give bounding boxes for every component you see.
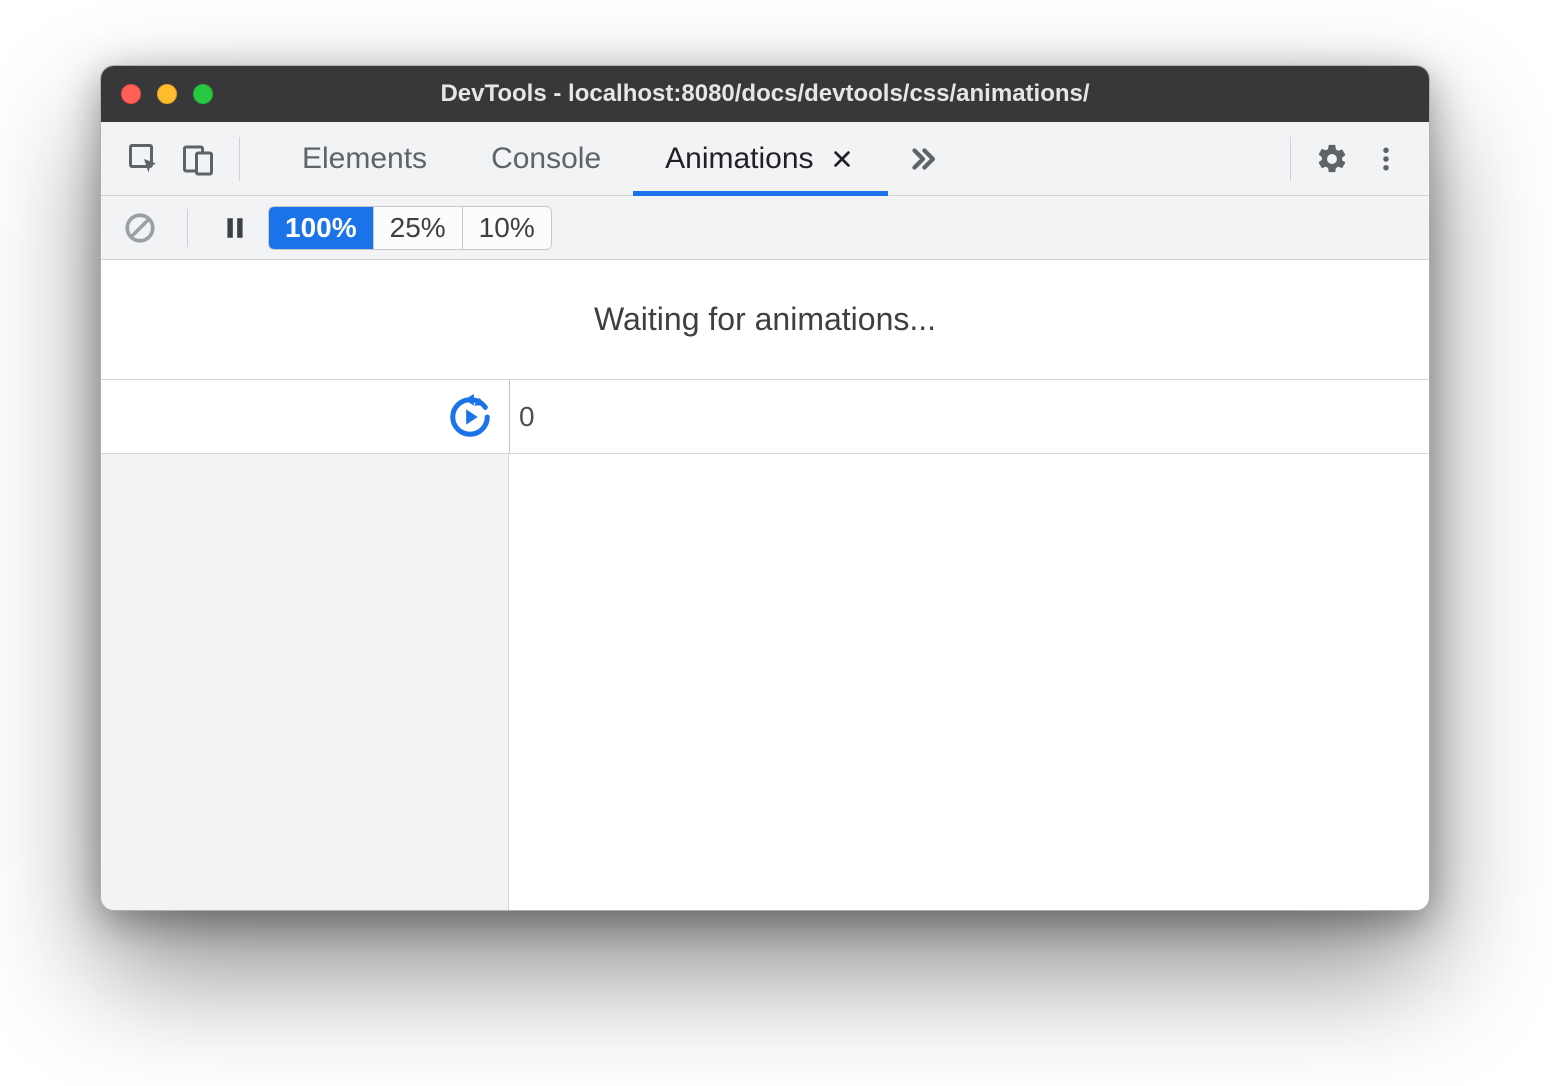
replay-button[interactable] bbox=[447, 394, 493, 440]
speed-label: 100% bbox=[285, 212, 357, 244]
chevron-right-double-icon bbox=[906, 142, 940, 176]
panel-tabs: Elements Console Animations bbox=[270, 122, 1276, 195]
gear-icon bbox=[1315, 142, 1349, 176]
inspect-element-icon[interactable] bbox=[117, 132, 171, 186]
speed-label: 10% bbox=[479, 212, 535, 244]
pause-icon bbox=[222, 215, 248, 241]
waiting-text: Waiting for animations... bbox=[594, 301, 936, 338]
tab-console[interactable]: Console bbox=[459, 122, 633, 195]
animations-toolbar: 100% 25% 10% bbox=[101, 196, 1429, 260]
toolbar-right bbox=[1276, 132, 1413, 186]
tab-label: Elements bbox=[302, 142, 427, 176]
kebab-icon bbox=[1371, 144, 1401, 174]
timeline-header: 0 bbox=[101, 380, 1429, 454]
main-toolbar: Elements Console Animations bbox=[101, 122, 1429, 196]
clear-icon bbox=[123, 211, 157, 245]
window-controls bbox=[121, 84, 213, 104]
timeline-controls bbox=[101, 380, 509, 453]
animation-groups-sidebar bbox=[101, 454, 509, 910]
device-toggle-icon[interactable] bbox=[171, 132, 225, 186]
tab-elements[interactable]: Elements bbox=[270, 122, 459, 195]
more-tabs-button[interactable] bbox=[888, 122, 958, 195]
toolbar-divider bbox=[1290, 137, 1291, 181]
fullscreen-window-button[interactable] bbox=[193, 84, 213, 104]
tab-animations[interactable]: Animations bbox=[633, 122, 887, 195]
speed-25-button[interactable]: 25% bbox=[374, 207, 463, 249]
speed-label: 25% bbox=[390, 212, 446, 244]
close-tab-icon[interactable] bbox=[828, 145, 856, 173]
clear-button[interactable] bbox=[117, 205, 163, 251]
toolbar-divider bbox=[239, 137, 240, 181]
timeline-zero-label: 0 bbox=[519, 401, 535, 433]
timeline-playhead[interactable] bbox=[509, 380, 510, 453]
speed-10-button[interactable]: 10% bbox=[463, 207, 551, 249]
titlebar: DevTools - localhost:8080/docs/devtools/… bbox=[101, 66, 1429, 122]
timeline-canvas[interactable] bbox=[509, 454, 1429, 910]
pause-button[interactable] bbox=[212, 205, 258, 251]
tab-label: Console bbox=[491, 142, 601, 176]
more-menu-button[interactable] bbox=[1359, 132, 1413, 186]
minimize-window-button[interactable] bbox=[157, 84, 177, 104]
replay-icon bbox=[447, 394, 493, 440]
waiting-banner: Waiting for animations... bbox=[101, 260, 1429, 380]
playback-speed-group: 100% 25% 10% bbox=[268, 206, 552, 250]
tab-label: Animations bbox=[665, 142, 813, 176]
toolbar-divider bbox=[187, 209, 188, 247]
speed-100-button[interactable]: 100% bbox=[269, 207, 374, 249]
devtools-window: DevTools - localhost:8080/docs/devtools/… bbox=[100, 65, 1430, 911]
settings-button[interactable] bbox=[1305, 132, 1359, 186]
window-title: DevTools - localhost:8080/docs/devtools/… bbox=[101, 80, 1429, 108]
close-window-button[interactable] bbox=[121, 84, 141, 104]
animations-workspace bbox=[101, 454, 1429, 910]
